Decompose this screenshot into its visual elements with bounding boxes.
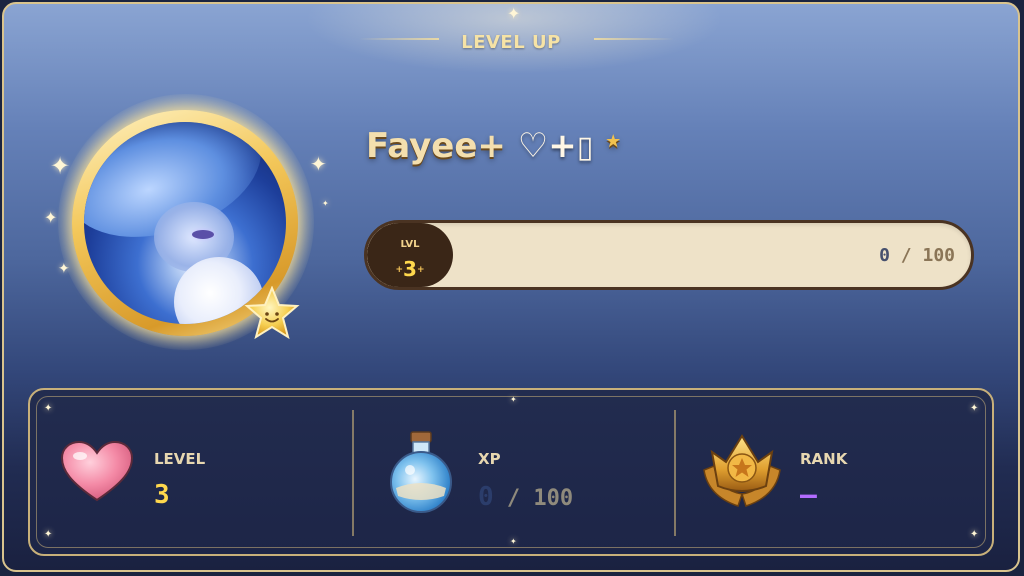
stats-panel-border: [36, 396, 986, 548]
sparkle-icon: ✦: [507, 4, 521, 23]
stats-divider: [674, 410, 676, 536]
sparkle-icon: ✦: [970, 403, 979, 414]
sparkle-icon: ✦: [44, 403, 53, 414]
player-name: Fayee+ ♡+▯ ★: [366, 126, 621, 166]
level-stat-title: LEVEL: [154, 450, 206, 468]
xp-progress-current: 0: [879, 245, 890, 266]
rank-stat-value: —: [800, 478, 817, 511]
stats-divider: [352, 410, 354, 536]
name-star-icon: ★: [605, 131, 622, 152]
xp-stat-value: 0 / 100: [478, 482, 573, 512]
xp-stat-separator: /: [493, 486, 534, 511]
xp-progress-max: 100: [922, 245, 955, 266]
player-name-glyph: ▯: [576, 130, 594, 165]
sparkle-icon: ✦: [310, 152, 327, 176]
level-pill-value: +3+: [395, 257, 425, 281]
xp-progress-text: 0 / 100: [879, 245, 955, 266]
stats-panel: ✦ ✦ ✦ ✦ ✦ ✦ LEVEL 3 XP 0 / 100 RANK —: [28, 388, 994, 556]
level-pill: LVL +3+: [367, 223, 453, 287]
xp-stat-max: 100: [533, 486, 574, 511]
potion-icon: [390, 431, 452, 513]
xp-stat-title: XP: [478, 450, 501, 468]
smiling-star-icon: [244, 286, 300, 340]
banner-title: LEVEL UP: [461, 32, 561, 53]
crown-badge-icon: [703, 434, 781, 507]
player-name-text: Fayee+: [366, 126, 506, 166]
sparkle-icon: ✦: [322, 199, 329, 208]
player-name-suffix: ♡+: [505, 126, 577, 166]
xp-progress-bar: LVL +3+ 0 / 100: [364, 220, 974, 290]
level-stat-value: 3: [154, 480, 170, 510]
sparkle-icon: ✦: [44, 208, 58, 227]
sparkle-icon: ✦: [510, 537, 517, 546]
sparkle-icon: ✦: [44, 529, 53, 540]
sparkle-icon: ✦: [970, 529, 979, 540]
xp-progress-separator: /: [889, 245, 923, 266]
heart-icon: [60, 440, 134, 502]
level-pill-label: LVL: [400, 239, 420, 250]
rank-stat-title: RANK: [800, 450, 848, 468]
xp-stat-current: 0: [478, 482, 494, 512]
sparkle-icon: ✦: [510, 395, 517, 404]
